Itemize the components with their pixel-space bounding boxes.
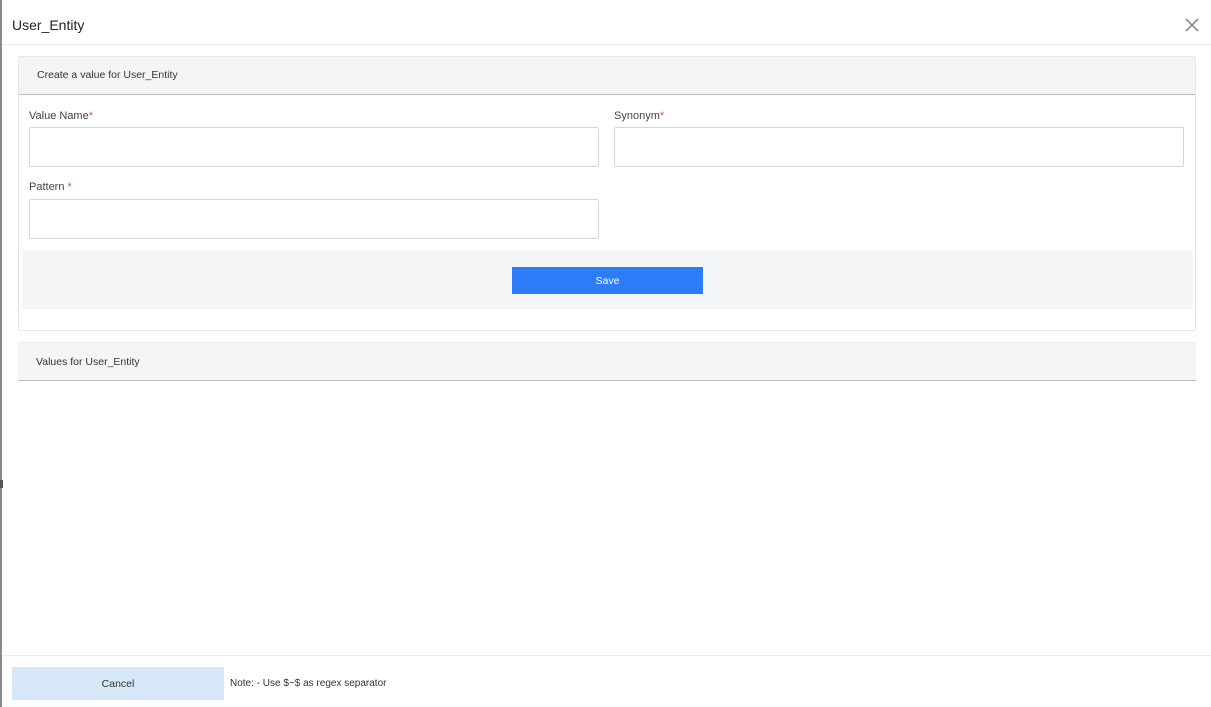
dialog-title: User_Entity <box>12 17 85 33</box>
values-panel-heading[interactable]: Values for User_Entity <box>18 342 1196 381</box>
left-edge-tick <box>0 480 3 488</box>
value-name-label-text: Value Name <box>29 110 89 122</box>
create-value-panel-heading: Create a value for User_Entity <box>19 57 1195 95</box>
value-name-label: Value Name* <box>29 110 93 122</box>
create-value-panel: Create a value for User_Entity Value Nam… <box>18 56 1196 331</box>
save-bar: Save <box>22 250 1193 309</box>
pattern-label: Pattern * <box>29 181 72 193</box>
regex-separator-note: Note: - Use $~$ as regex separator <box>230 678 387 689</box>
synonym-label-text: Synonym <box>614 110 660 122</box>
left-window-edge <box>0 0 2 707</box>
pattern-input[interactable] <box>29 199 599 239</box>
close-icon <box>1185 18 1199 32</box>
pattern-label-text: Pattern <box>29 181 68 193</box>
value-name-required-mark: * <box>88 110 93 122</box>
value-name-input[interactable] <box>29 127 599 167</box>
save-button[interactable]: Save <box>512 267 703 294</box>
synonym-required-mark: * <box>659 110 665 122</box>
dialog-footer: Cancel Note: - Use $~$ as regex separato… <box>2 655 1211 707</box>
close-button[interactable] <box>1183 16 1201 34</box>
cancel-button[interactable]: Cancel <box>12 667 224 700</box>
synonym-input[interactable] <box>614 127 1184 167</box>
dialog-header: User_Entity <box>2 4 1211 45</box>
synonym-label: Synonym* <box>614 110 664 122</box>
pattern-required-mark: * <box>67 181 72 193</box>
